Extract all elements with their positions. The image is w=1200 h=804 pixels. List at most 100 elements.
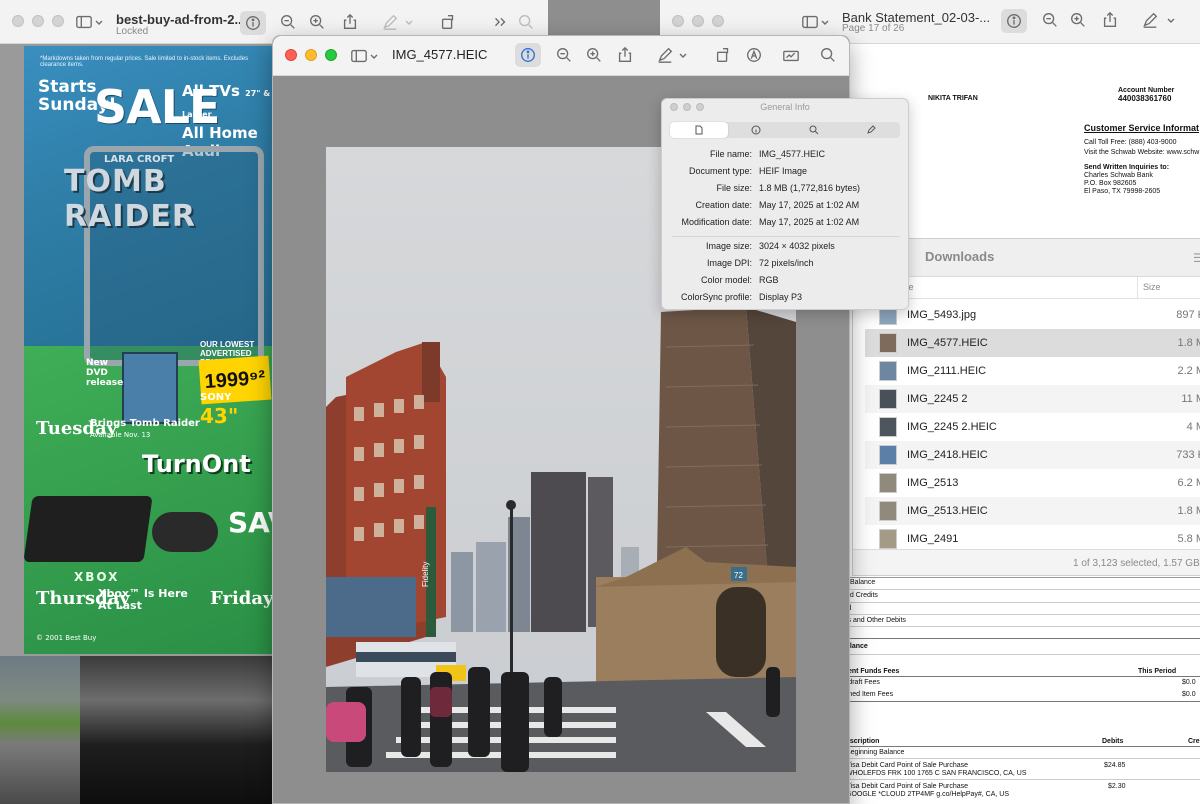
toll-free-line: Call Toll Free: (888) 403-9000 — [1084, 139, 1177, 146]
file-name: IMG_2513 — [907, 477, 959, 489]
minimize-button[interactable] — [305, 49, 317, 61]
close-button[interactable] — [285, 49, 297, 61]
rotate-icon[interactable] — [713, 45, 733, 65]
close-button[interactable] — [672, 15, 684, 27]
rotate-icon[interactable] — [438, 12, 458, 32]
ad-starts-text: Starts Sunday! — [38, 77, 117, 115]
description-heading: escription — [846, 738, 880, 745]
signature-icon[interactable] — [781, 45, 801, 65]
ad-all-tvs-text: All TVs — [182, 82, 240, 100]
downloads-row[interactable]: IMG_4577.HEIC 1.8 M — [865, 329, 1200, 357]
column-size[interactable]: Size — [1143, 282, 1161, 292]
sidebar-toggle-icon[interactable] — [349, 46, 369, 66]
downloads-row[interactable]: IMG_5493.jpg 897 K — [865, 301, 1200, 329]
transaction-1-amount: $24.85 — [1104, 762, 1126, 769]
tab-more-info-icon[interactable] — [728, 122, 786, 138]
search-icon[interactable] — [818, 45, 838, 65]
file-name: IMG_5493.jpg — [907, 309, 977, 321]
info-icon[interactable] — [240, 11, 266, 35]
file-size: 733 K — [1176, 449, 1200, 461]
info-icon[interactable] — [515, 43, 541, 67]
zoom-out-icon[interactable] — [554, 45, 574, 65]
file-thumbnail — [879, 333, 897, 353]
list-view-icon[interactable]: ☰ — [1193, 251, 1200, 265]
ad-page: *Markdowns taken from regular prices. Sa… — [23, 46, 309, 654]
statement-divider — [846, 676, 1200, 677]
downloads-row[interactable]: IMG_2111.HEIC 2.2 M — [865, 357, 1200, 385]
share-icon[interactable] — [340, 12, 360, 32]
chevron-down-icon[interactable] — [369, 46, 379, 66]
overdraft-fees: rdraft Fees — [846, 679, 880, 686]
minimize-button[interactable] — [692, 15, 704, 27]
share-icon[interactable] — [615, 45, 635, 65]
zoom-button[interactable] — [325, 49, 337, 61]
zoom-out-icon[interactable] — [1040, 10, 1060, 30]
zoom-in-icon[interactable] — [584, 45, 604, 65]
markup-icon[interactable] — [1140, 10, 1160, 30]
file-name: IMG_2513.HEIC — [907, 505, 988, 517]
downloads-row[interactable]: IMG_2513.HEIC 1.8 M — [865, 497, 1200, 525]
annotate-icon[interactable] — [744, 45, 764, 65]
zoom-button[interactable] — [52, 15, 64, 27]
statement-divider — [846, 654, 1200, 655]
tab-general-document-icon[interactable] — [670, 122, 728, 138]
chevron-down-icon[interactable] — [820, 12, 830, 32]
customer-service-heading: Customer Service Informat — [1084, 123, 1200, 133]
info-icon[interactable] — [1001, 9, 1027, 33]
chevron-down-icon[interactable] — [678, 45, 688, 65]
summary-line: nd Credits — [846, 592, 878, 599]
chevron-down-icon[interactable] — [1166, 10, 1176, 30]
downloads-row[interactable]: IMG_2245 2.HEIC 4 M — [865, 413, 1200, 441]
downloads-status-bar: 1 of 3,123 selected, 1.57 GB av — [853, 549, 1200, 575]
tab-annotations-pencil-icon[interactable] — [843, 122, 901, 138]
markup-icon[interactable] — [655, 45, 675, 65]
statement-divider — [846, 602, 1200, 603]
file-thumbnail — [879, 417, 897, 437]
zoom-in-icon[interactable] — [1068, 10, 1088, 30]
statement-divider — [846, 779, 1200, 780]
markup-icon[interactable] — [380, 12, 400, 32]
downloads-status: 1 of 3,123 selected, 1.57 GB av — [1073, 558, 1200, 569]
fees-heading: ient Funds Fees — [846, 668, 900, 675]
general-info-panel: General Info File name: IMG_4577.HEIC Docu… — [661, 98, 909, 310]
file-size: 1.8 M — [1177, 337, 1200, 349]
info-tabs — [670, 122, 900, 138]
minimize-button[interactable] — [32, 15, 44, 27]
tab-keywords-search-icon[interactable] — [785, 122, 843, 138]
file-thumbnail — [879, 501, 897, 521]
column-divider — [1137, 277, 1138, 299]
ad-xbox-logo: XBOX — [74, 570, 120, 584]
statement-divider — [846, 638, 1200, 639]
sidebar-toggle-icon[interactable] — [74, 12, 94, 32]
file-thumbnail — [879, 445, 897, 465]
downloads-row[interactable]: IMG_2418.HEIC 733 K — [865, 441, 1200, 469]
file-name: IMG_2245 2 — [907, 393, 968, 405]
info-panel-title: General Info — [760, 102, 810, 112]
preview-window-title: IMG_4577.HEIC — [392, 47, 488, 62]
chevron-down-icon[interactable] — [404, 12, 414, 32]
zoom-out-icon[interactable] — [278, 12, 298, 32]
zoom-in-icon[interactable] — [307, 12, 327, 32]
info-row: Document type: HEIF Image — [662, 166, 908, 183]
close-button[interactable] — [12, 15, 24, 27]
info-row: Color model: RGB — [662, 275, 908, 292]
file-size: 2.2 M — [1177, 365, 1200, 377]
returned-amount: $0.0 — [1182, 691, 1196, 698]
info-divider — [672, 236, 900, 237]
ad-new-dvd: New DVD release — [86, 358, 124, 388]
share-icon[interactable] — [1100, 10, 1120, 30]
xbox-console-image — [23, 496, 153, 562]
downloads-row[interactable]: IMG_2513 6.2 M — [865, 469, 1200, 497]
statement-divider — [846, 758, 1200, 759]
downloads-row[interactable]: IMG_2245 2 11 M — [865, 385, 1200, 413]
statement-divider — [846, 614, 1200, 615]
zoom-button[interactable] — [712, 15, 724, 27]
more-icon[interactable] — [490, 12, 510, 32]
station-number: 72 — [734, 571, 743, 580]
file-size: 897 K — [1176, 309, 1200, 321]
search-icon[interactable] — [516, 12, 536, 32]
chevron-down-icon[interactable] — [94, 12, 104, 32]
file-name: IMG_4577.HEIC — [907, 337, 988, 349]
sidebar-toggle-icon[interactable] — [800, 12, 820, 32]
info-row: ColorSync profile: Display P3 — [662, 292, 908, 309]
